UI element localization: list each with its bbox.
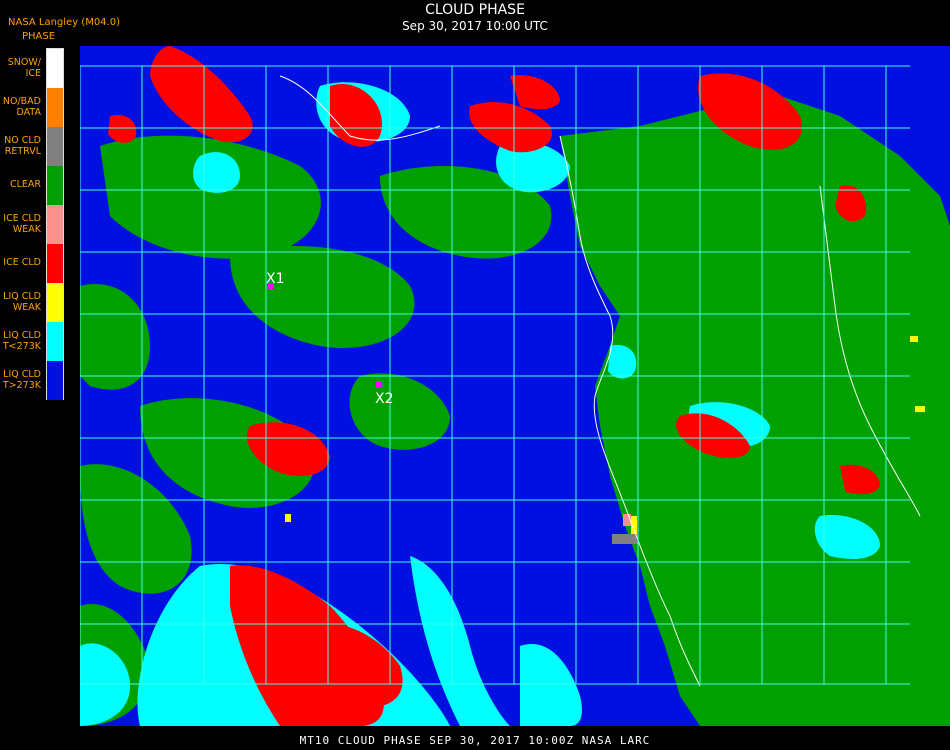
legend-label: NO/BAD DATA — [2, 95, 41, 118]
map-datetime: Sep 30, 2017 10:00 UTC — [402, 19, 548, 33]
legend-swatch — [47, 361, 63, 400]
legend-swatch — [47, 322, 63, 361]
legend-swatch — [47, 205, 63, 244]
map-title: CLOUD PHASE — [425, 2, 525, 18]
marker-x1[interactable]: X1 — [266, 271, 285, 289]
marker-x2-dot — [376, 381, 382, 387]
cloud-phase-map[interactable]: X1 X2 — [80, 46, 950, 726]
legend-label: LIQ CLD T>273K — [2, 368, 41, 391]
legend-label: ICE CLD — [3, 257, 41, 268]
legend-label: LIQ CLD WEAK — [3, 290, 41, 313]
legend-swatch — [47, 127, 63, 166]
legend-color-bar — [46, 48, 64, 400]
legend-label: NO CLD RETRVL — [4, 134, 41, 157]
legend-label: ICE CLD WEAK — [3, 212, 41, 235]
legend-label: LIQ CLD T<273K — [2, 329, 41, 352]
marker-x1-label: X1 — [266, 271, 285, 287]
legend-swatch — [47, 49, 63, 88]
map-canvas: X1 X2 — [80, 46, 950, 726]
legend-swatch — [47, 166, 63, 205]
marker-x2-label: X2 — [375, 391, 394, 407]
no-cloud-retrieval-regions — [612, 534, 638, 544]
legend-swatch — [47, 283, 63, 322]
legend-swatch — [47, 88, 63, 127]
footer-caption: MT10 CLOUD PHASE SEP 30, 2017 10:00Z NAS… — [299, 734, 651, 747]
legend-label: SNOW/ ICE — [7, 56, 41, 79]
legend-label: CLEAR — [9, 179, 41, 190]
legend-swatch — [47, 244, 63, 283]
